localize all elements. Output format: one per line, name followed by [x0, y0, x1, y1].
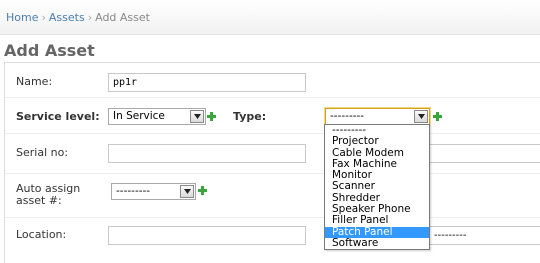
serial-no-label: Serial no:	[16, 146, 69, 159]
location-input[interactable]	[108, 226, 306, 245]
type-label: Type:	[233, 110, 267, 123]
auto-assign-row: Auto assign asset #: ---------	[5, 173, 540, 218]
serial-no-input[interactable]	[108, 144, 306, 163]
breadcrumb-home-link[interactable]: Home	[6, 11, 38, 24]
breadcrumb: Home › Assets › Add Asset	[6, 11, 150, 24]
service-level-label: Service level:	[16, 110, 100, 123]
auto-assign-value: ---------	[116, 185, 151, 197]
name-label: Name:	[16, 75, 53, 88]
type-option[interactable]: Filler Panel	[325, 215, 429, 227]
chevron-down-icon	[414, 110, 428, 123]
breadcrumb-current: Add Asset	[95, 11, 150, 24]
add-type-icon[interactable]	[433, 112, 442, 121]
type-value: ---------	[330, 110, 365, 122]
page-title: Add Asset	[4, 41, 95, 60]
breadcrumb-separator: ›	[87, 11, 93, 24]
chevron-down-icon	[180, 185, 194, 198]
location-label: Location:	[16, 228, 67, 241]
type-dropdown-list: --------- Projector Cable Modem Fax Mach…	[324, 124, 430, 251]
location-row: Location: ---------	[5, 217, 540, 263]
service-level-value: In Service	[113, 110, 165, 122]
type-option[interactable]: Software	[325, 237, 429, 249]
serial-no-secondary-input[interactable]	[429, 144, 540, 163]
auto-assign-select[interactable]: ---------	[111, 183, 196, 200]
auto-assign-label-line2: asset #:	[16, 194, 62, 207]
name-input[interactable]: pp1r	[108, 73, 306, 92]
name-row: Name: pp1r	[5, 63, 540, 98]
serial-no-row: Serial no:	[5, 133, 540, 174]
service-type-row: Service level: In Service Type: --------…	[5, 97, 540, 134]
breadcrumb-separator: ›	[41, 11, 46, 24]
type-select[interactable]: ---------	[325, 108, 430, 125]
top-bar: Home › Assets › Add Asset	[0, 0, 540, 35]
type-option[interactable]: Projector	[325, 135, 429, 147]
add-auto-assign-icon[interactable]	[198, 186, 207, 195]
service-level-select[interactable]: In Service	[108, 108, 206, 125]
add-service-level-icon[interactable]	[207, 112, 216, 121]
chevron-down-icon	[190, 110, 204, 123]
breadcrumb-assets-link[interactable]: Assets	[49, 11, 85, 24]
asset-form: Name: pp1r Service level: In Service Typ…	[4, 62, 540, 263]
location-secondary-field[interactable]: ---------	[429, 226, 540, 245]
